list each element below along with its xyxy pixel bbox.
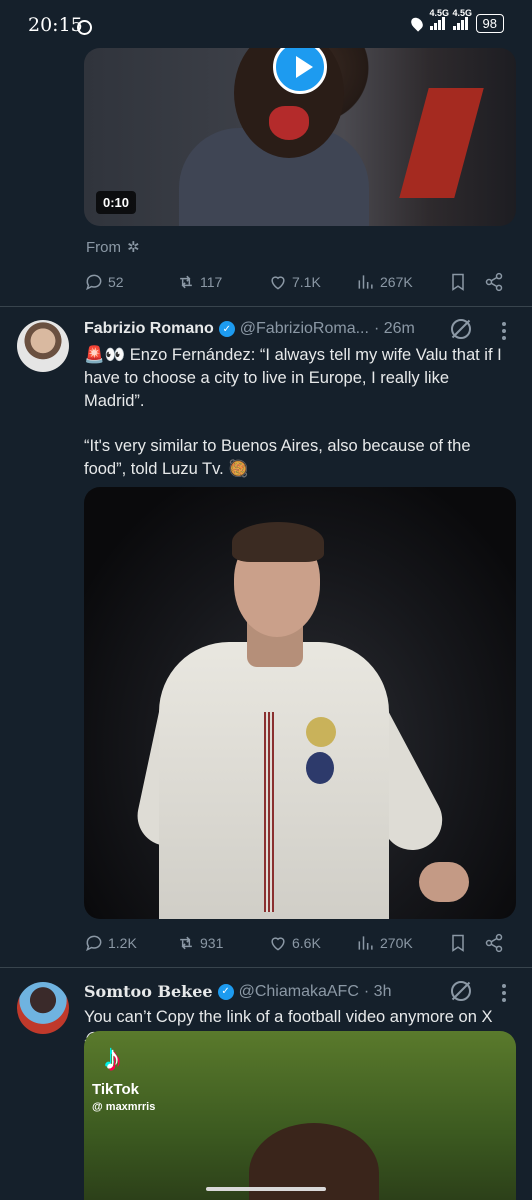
grok-icon[interactable] <box>451 319 471 339</box>
video-background-seat <box>399 88 484 198</box>
like-count: 7.1K <box>292 274 321 290</box>
reply-button[interactable]: 1.2K <box>84 933 137 953</box>
tweet-text-line2: “It's very similar to Buenos Aires, also… <box>84 437 471 478</box>
tiktok-username: @ maxmrris <box>92 1101 156 1113</box>
tweet-video-tiktok[interactable]: ♪ TikTok @ maxmrris <box>84 1031 516 1200</box>
tweet2-text: 🚨👀 Enzo Fernández: “I always tell my wif… <box>84 344 514 481</box>
avatar[interactable] <box>17 982 69 1034</box>
tweet-time: · 26m <box>373 320 415 337</box>
from-label: From <box>86 238 121 256</box>
more-options-icon[interactable] <box>502 984 506 1002</box>
like-button[interactable]: 6.6K <box>268 933 321 953</box>
tweet-video[interactable]: 0:10 <box>84 48 516 226</box>
view-count: 267K <box>380 274 413 290</box>
bookmark-icon[interactable] <box>448 933 468 953</box>
repost-count: 931 <box>200 935 224 951</box>
share-icon[interactable] <box>484 933 504 953</box>
photo-crest <box>306 752 334 784</box>
repost-button[interactable]: 931 <box>176 933 223 953</box>
author-name[interactable]: Fabrizio Romano <box>84 320 214 338</box>
repost-icon <box>180 275 192 289</box>
grok-icon[interactable] <box>451 981 471 1001</box>
tiktok-logo-icon: ♪ <box>104 1039 121 1077</box>
author-name[interactable]: Somtoo Bekee <box>84 982 213 1001</box>
photo-hand <box>419 862 469 902</box>
network-type-2: 4.5G <box>452 8 473 18</box>
photo-shirt <box>159 642 389 919</box>
video-source-row[interactable]: From ✲ <box>86 238 140 257</box>
heart-icon <box>271 276 285 290</box>
data-saver-icon <box>408 15 425 32</box>
tweet2-header: Fabrizio Romano ✓ @FabrizioRoma... · 26m <box>84 320 415 338</box>
photo-hair <box>232 522 324 562</box>
reply-icon <box>86 935 102 952</box>
reply-count: 52 <box>108 274 124 290</box>
more-options-icon[interactable] <box>502 322 506 340</box>
tweet2-actions: 1.2K 931 6.6K 270K <box>84 931 508 955</box>
signal-icon-2: 4.5G <box>452 8 472 30</box>
tweet-photo[interactable] <box>84 487 516 919</box>
status-bar: 20:15 4.5G 4.5G 98 <box>0 0 532 48</box>
author-handle[interactable]: @ChiamakaAFC <box>239 983 359 1001</box>
repost-icon <box>180 936 192 950</box>
tweet-emoji: 🚨👀 <box>84 346 126 364</box>
like-count: 6.6K <box>292 935 321 951</box>
battery-indicator: 98 <box>475 14 504 33</box>
avatar[interactable] <box>17 320 69 372</box>
repost-button[interactable]: 117 <box>176 272 222 292</box>
reply-icon <box>86 274 102 291</box>
reply-button[interactable]: 52 <box>84 272 124 292</box>
network-type-1: 4.5G <box>429 8 450 18</box>
verified-badge-icon: ✓ <box>217 983 234 1000</box>
author-handle[interactable]: @FabrizioRoma... <box>240 320 369 338</box>
like-button[interactable]: 7.1K <box>268 272 321 292</box>
reply-count: 1.2K <box>108 935 137 951</box>
tweet-text-line1: Enzo Fernández: “I always tell my wife V… <box>84 346 502 410</box>
video-duration: 0:10 <box>96 191 137 214</box>
view-count: 270K <box>380 935 413 951</box>
tweet-time: · 3h <box>363 982 392 1000</box>
status-time: 20:15 <box>28 14 83 36</box>
photo-shirt-stripe <box>264 712 274 912</box>
tweet1-actions: 52 117 7.1K 267K <box>84 270 508 294</box>
views-icon <box>358 275 373 289</box>
views-button[interactable]: 267K <box>356 272 413 292</box>
video-person-mouth <box>269 106 309 140</box>
source-icon: ✲ <box>127 239 140 256</box>
verified-badge-icon: ✓ <box>218 321 235 337</box>
bookmark-icon[interactable] <box>448 272 468 292</box>
tweet-divider <box>0 967 532 968</box>
share-icon[interactable] <box>484 272 504 292</box>
tiktok-brand: TikTok <box>92 1081 139 1098</box>
views-icon <box>358 936 373 950</box>
status-icons: 4.5G 4.5G 98 <box>408 8 504 33</box>
home-indicator[interactable] <box>206 1187 326 1191</box>
repost-count: 117 <box>200 274 223 290</box>
tweet3-header: Somtoo Bekee ✓ @ChiamakaAFC · 3h <box>84 982 391 1001</box>
photo-badge <box>306 717 336 747</box>
views-button[interactable]: 270K <box>356 933 413 953</box>
heart-icon <box>271 937 285 951</box>
tweet-divider <box>0 306 532 307</box>
whatsapp-notification-icon <box>77 20 92 35</box>
signal-icon-1: 4.5G <box>429 8 449 30</box>
